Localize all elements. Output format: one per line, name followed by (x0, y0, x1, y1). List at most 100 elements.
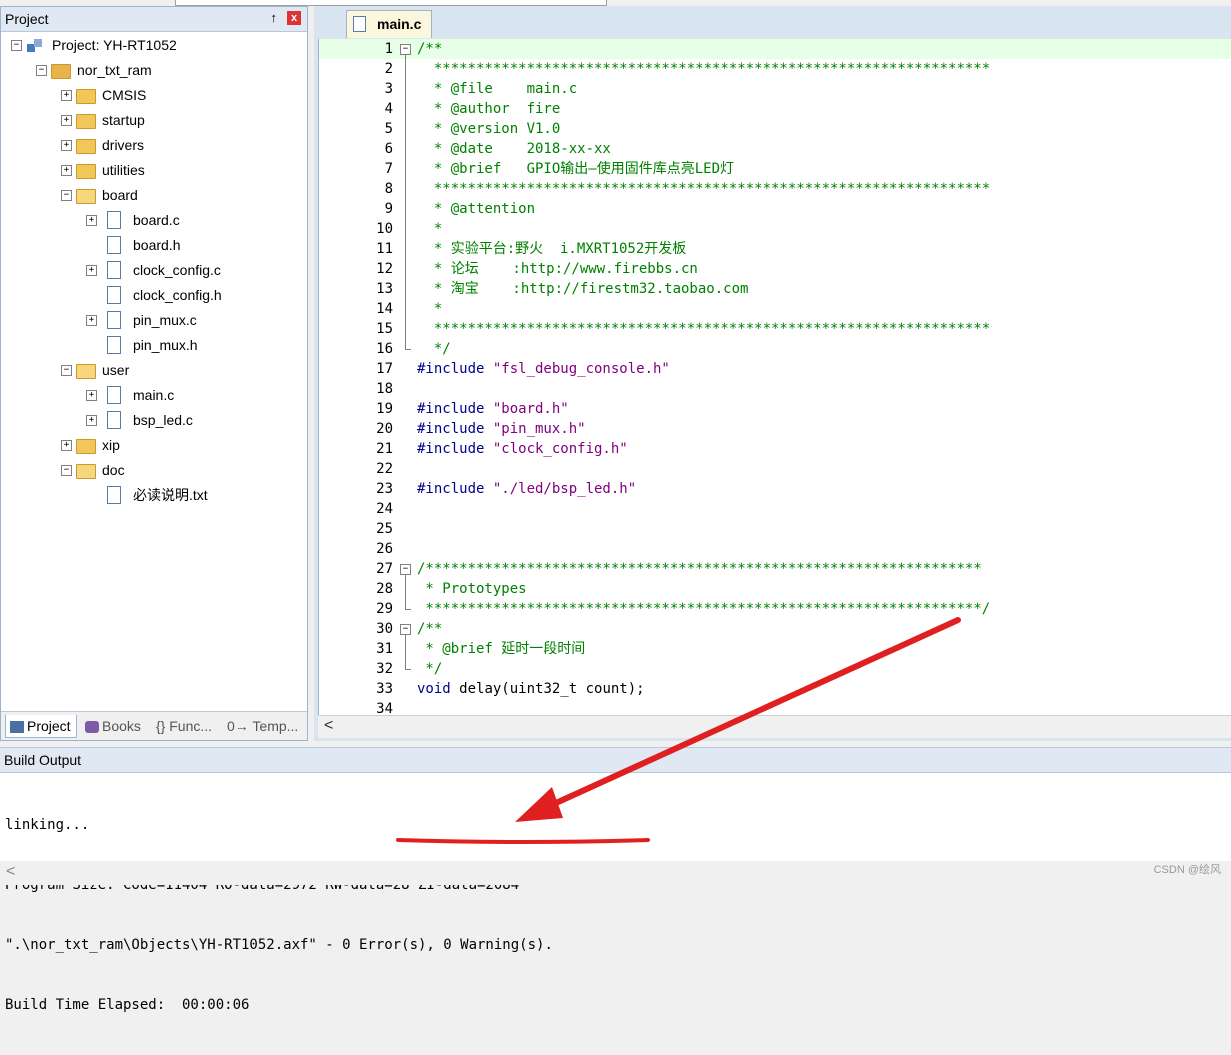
collapse-icon[interactable]: − (61, 465, 72, 476)
folder-open-icon (76, 189, 96, 204)
file-icon (107, 211, 121, 229)
file-icon (107, 286, 121, 304)
code-token: */ (417, 661, 443, 677)
scroll-left-icon[interactable]: < (324, 717, 333, 735)
expand-icon[interactable]: + (61, 90, 72, 101)
tree-node[interactable]: + bsp_led.c (1, 408, 307, 432)
collapse-icon[interactable]: − (61, 190, 72, 201)
code-text: * @brief GPIO输出—使用固件库点亮LED灯 (417, 159, 734, 179)
line-number: 16 (376, 341, 393, 357)
line-number: 10 (376, 221, 393, 237)
tree-node[interactable]: 必读说明.txt (1, 483, 307, 507)
code-text: * @date 2018-xx-xx (417, 139, 611, 159)
expand-icon[interactable]: + (86, 265, 97, 276)
collapse-icon[interactable]: − (61, 365, 72, 376)
tree-node[interactable]: + pin_mux.c (1, 308, 307, 332)
line-number: 23 (376, 481, 393, 497)
code-text: #include "pin_mux.h" (417, 419, 586, 439)
collapse-icon[interactable]: − (11, 40, 22, 51)
code-text: * 论坛 :http://www.firebbs.cn (417, 259, 698, 279)
folder-icon (76, 89, 96, 104)
tree-node[interactable]: + utilities (1, 158, 307, 182)
tab-project[interactable]: Project (5, 715, 77, 738)
expand-icon[interactable]: + (86, 415, 97, 426)
code-line: 17 #include "fsl_debug_console.h" (319, 359, 1231, 379)
tab-templates-label: 0→ Temp... (227, 718, 299, 734)
line-number: 14 (376, 301, 393, 317)
code-token: * @attention (417, 201, 536, 217)
expand-icon[interactable]: + (61, 165, 72, 176)
tab-functions[interactable]: {} Func... (156, 715, 224, 737)
line-number: 11 (376, 241, 393, 257)
code-token: "./led/bsp_led.h" (492, 481, 637, 497)
folder-open-icon (76, 464, 96, 479)
tree-node[interactable]: − board (1, 183, 307, 207)
tab-books-label: Books (102, 718, 141, 734)
code-text: #include "fsl_debug_console.h" (417, 359, 670, 379)
tree-node[interactable]: − user (1, 358, 307, 382)
tree-node[interactable]: clock_config.h (1, 283, 307, 307)
tree-node[interactable]: pin_mux.h (1, 333, 307, 357)
build-output-scrollbar[interactable]: < (0, 861, 1231, 885)
fold-guide (405, 634, 406, 669)
tree-node[interactable]: + xip (1, 433, 307, 457)
tree-node-label: clock_config.h (133, 287, 222, 303)
file-icon (107, 411, 121, 429)
file-icon (107, 261, 121, 279)
code-token: * 实验平台:野火 i.MXRT1052开发板 (417, 241, 687, 257)
code-line: 12 * 论坛 :http://www.firebbs.cn (319, 259, 1231, 279)
line-number: 19 (376, 401, 393, 417)
close-icon[interactable]: x (287, 11, 301, 25)
line-number: 9 (384, 201, 393, 217)
expand-icon[interactable]: + (86, 315, 97, 326)
fold-guide (405, 54, 406, 349)
editor-horizontal-scrollbar[interactable]: < (318, 715, 1231, 738)
folder-open-icon (76, 364, 96, 379)
tree-node-label: clock_config.c (133, 262, 221, 278)
tree-node[interactable]: + startup (1, 108, 307, 132)
tab-project-label: Project (27, 718, 71, 734)
tree-node[interactable]: board.h (1, 233, 307, 257)
tree-node[interactable]: + board.c (1, 208, 307, 232)
tree-node[interactable]: + clock_config.c (1, 258, 307, 282)
tree-node[interactable]: − doc (1, 458, 307, 482)
line-number: 27 (376, 561, 393, 577)
expand-icon[interactable]: + (61, 140, 72, 151)
tree-node[interactable]: + main.c (1, 383, 307, 407)
project-panel: Project ↑ x − Project: YH-RT1052 − nor_txt_… (0, 6, 308, 741)
expand-icon[interactable]: + (61, 115, 72, 126)
code-line: 26 (319, 539, 1231, 559)
books-icon (85, 721, 99, 734)
code-line: 25 (319, 519, 1231, 539)
tree-node-label: utilities (102, 162, 145, 178)
tree-node[interactable]: − Project: YH-RT1052 (1, 33, 307, 57)
folder-icon (76, 114, 96, 129)
code-text: /** (417, 619, 442, 639)
code-editor[interactable]: 1−/** 2 *********************************… (318, 39, 1231, 715)
tree-node[interactable]: + CMSIS (1, 83, 307, 107)
tab-templates[interactable]: 0→ Temp... (227, 715, 303, 737)
code-line: 20 #include "pin_mux.h" (319, 419, 1231, 439)
expand-icon[interactable]: + (86, 215, 97, 226)
code-text: * @brief 延时一段时间 (417, 639, 585, 659)
collapse-icon[interactable]: − (36, 65, 47, 76)
tab-books[interactable]: Books (81, 715, 151, 737)
tree-node[interactable]: − nor_txt_ram (1, 58, 307, 82)
line-number: 17 (376, 361, 393, 377)
expand-icon[interactable]: + (61, 440, 72, 451)
pin-icon[interactable]: ↑ (271, 10, 278, 25)
expand-icon[interactable]: + (86, 390, 97, 401)
tree-node-label: board.c (133, 212, 180, 228)
code-line: 18 (319, 379, 1231, 399)
line-number: 1 (384, 41, 393, 57)
code-token: * @version V1.0 (417, 121, 561, 137)
tree-node-label: drivers (102, 137, 145, 153)
code-line: 27−/************************************… (319, 559, 1231, 579)
tree-node[interactable]: + drivers (1, 133, 307, 157)
line-number: 24 (376, 501, 393, 517)
code-line: 10 * (319, 219, 1231, 239)
code-token: * 淘宝 :http://firestm32.taobao.com (417, 281, 749, 297)
file-icon (107, 336, 121, 354)
scroll-left-icon[interactable]: < (6, 863, 15, 881)
editor-tab-main-c[interactable]: main.c (346, 10, 432, 38)
